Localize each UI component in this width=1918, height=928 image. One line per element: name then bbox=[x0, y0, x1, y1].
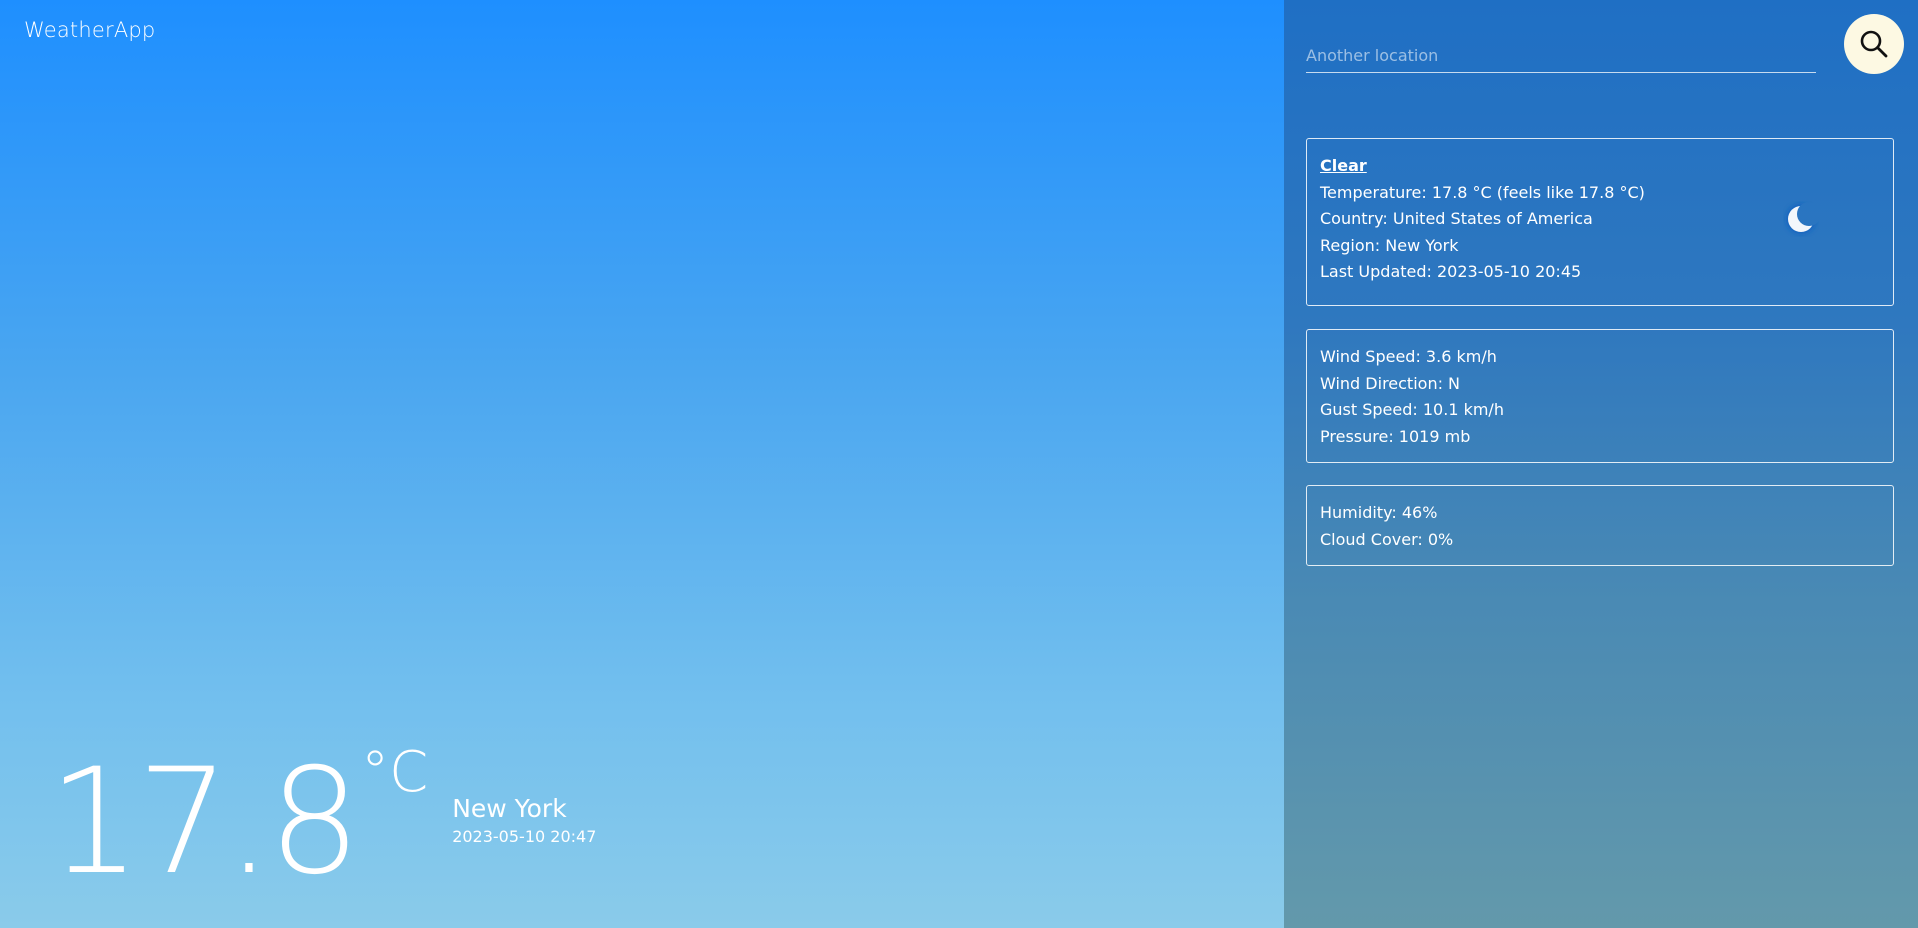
current-weather-hero: 17.8 °C New York 2023-05-10 20:47 bbox=[48, 737, 596, 907]
search-bar bbox=[1306, 14, 1906, 78]
local-time: 2023-05-10 20:47 bbox=[452, 827, 597, 846]
current-temperature: 17.8 bbox=[48, 737, 361, 907]
gust-speed-line: Gust Speed: 10.1 km/h bbox=[1320, 400, 1504, 419]
search-icon bbox=[1860, 30, 1888, 58]
last-updated-line: Last Updated: 2023-05-10 20:45 bbox=[1320, 262, 1582, 281]
condition-title[interactable]: Clear bbox=[1320, 153, 1880, 180]
location-search-input[interactable] bbox=[1306, 38, 1816, 73]
city-name: New York bbox=[452, 794, 567, 823]
cloud-cover-line: Cloud Cover: 0% bbox=[1320, 529, 1454, 549]
pressure-line: Pressure: 1019 mb bbox=[1320, 426, 1471, 446]
wind-card: Wind Speed: 3.6 km/h Wind Direction: N G… bbox=[1306, 329, 1894, 463]
details-sidebar: Clear Temperature: 17.8 °C (feels like 1… bbox=[1284, 0, 1918, 928]
search-button[interactable] bbox=[1844, 14, 1904, 74]
temperature-unit: °C bbox=[361, 740, 429, 805]
humidity-line: Humidity: 46% bbox=[1320, 503, 1438, 522]
wind-speed-line: Wind Speed: 3.6 km/h bbox=[1320, 347, 1497, 366]
app-logo[interactable]: WeatherApp bbox=[24, 18, 155, 42]
main-panel: WeatherApp 17.8 °C New York 2023-05-10 2… bbox=[0, 0, 1284, 928]
humidity-card: Humidity: 46% Cloud Cover: 0% bbox=[1306, 485, 1894, 566]
wind-direction-line: Wind Direction: N bbox=[1320, 373, 1461, 393]
condition-card: Clear Temperature: 17.8 °C (feels like 1… bbox=[1306, 138, 1894, 306]
hero-location: New York 2023-05-10 20:47 bbox=[452, 794, 596, 848]
moon-icon bbox=[1786, 204, 1816, 234]
weather-app: WeatherApp 17.8 °C New York 2023-05-10 2… bbox=[0, 0, 1918, 928]
